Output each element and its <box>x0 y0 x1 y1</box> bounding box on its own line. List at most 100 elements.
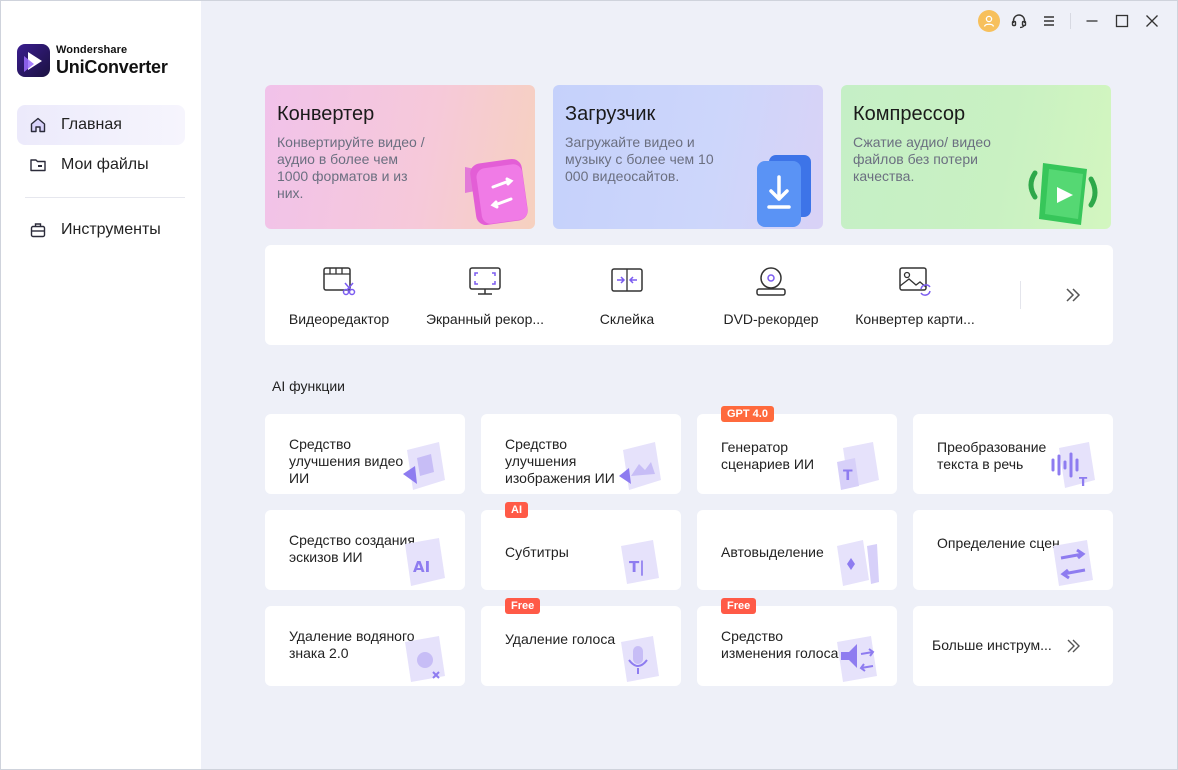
ai-card-voice-changer[interactable]: Free Средство изменения голоса <box>697 598 897 686</box>
double-chevron-right-icon <box>1067 639 1080 653</box>
svg-text:T: T <box>843 468 853 484</box>
ai-card-label: Преобразование текста в речь <box>937 439 1047 472</box>
tool-label: Склейка <box>599 311 655 327</box>
tool-image-converter[interactable]: Конвертер карти... <box>843 245 987 345</box>
close-button[interactable] <box>1137 9 1167 33</box>
more-tools-chevron-icon[interactable] <box>1061 283 1085 307</box>
tool-video-editor[interactable]: Видеоредактор <box>267 245 411 345</box>
minimize-button[interactable] <box>1077 9 1107 33</box>
card-title: Конвертер <box>277 103 375 125</box>
merger-icon <box>611 268 643 292</box>
sidebar-item-label: Главная <box>61 116 122 133</box>
home-icon <box>29 116 47 134</box>
ai-card-label: Автовыделение <box>721 544 824 560</box>
titlebar-controls <box>974 9 1167 33</box>
ai-image-enhancer-icon <box>619 442 661 490</box>
ai-card-image-enhancer[interactable]: Средство улучшения изображения ИИ <box>481 414 681 494</box>
ai-script-generator-icon: T <box>837 442 879 490</box>
gpt-badge: GPT 4.0 <box>721 406 774 422</box>
image-converter-icon <box>899 267 931 296</box>
ai-card-label: Средство улучшения видео ИИ <box>289 436 404 486</box>
ai-card-label: Генератор сценариев ИИ <box>721 439 815 472</box>
close-icon <box>1146 15 1158 27</box>
sidebar-item-label: Инструменты <box>61 221 161 238</box>
sidebar-item-my-files[interactable]: Мои файлы <box>17 145 185 185</box>
more-tools-label: Больше инструм... <box>932 637 1052 653</box>
tool-screen-recorder[interactable]: Экранный рекор... <box>413 245 557 345</box>
ai-card-label: Средство создания эскизов ИИ <box>289 532 415 565</box>
tool-merger[interactable]: Склейка <box>555 245 699 345</box>
sidebar: Wondershare UniConverter Главная Мои фай… <box>1 1 201 769</box>
ai-card-script-generator[interactable]: GPT 4.0 Генератор сценариев ИИ T <box>697 406 897 494</box>
ai-section-title: AI функции <box>272 378 345 394</box>
compressor-card[interactable]: Компрессор Сжатие аудио/ видео файлов бе… <box>841 85 1111 229</box>
app-window: Wondershare UniConverter Главная Мои фай… <box>0 0 1178 770</box>
folder-icon <box>29 156 47 174</box>
ai-video-enhancer-icon <box>403 442 445 490</box>
minimize-icon <box>1086 20 1098 22</box>
ai-thumbnail-maker-icon: AI <box>405 538 445 586</box>
compressor-icon <box>1028 163 1098 225</box>
titlebar-divider <box>1070 13 1071 29</box>
ai-card-auto-highlight[interactable]: Автовыделение <box>697 510 897 590</box>
brand-name: Wondershare <box>56 44 128 56</box>
more-ai-tools-card[interactable]: Больше инструм... <box>913 606 1113 686</box>
ai-card-vocal-remover[interactable]: Free Удаление голоса <box>481 598 681 686</box>
ai-card-watermark-remover[interactable]: Удаление водяного знака 2.0 <box>265 606 465 686</box>
ai-card-label: Субтитры <box>505 544 569 560</box>
ai-card-video-enhancer[interactable]: Средство улучшения видео ИИ <box>265 414 465 494</box>
toolbox-icon <box>29 221 47 239</box>
uniconverter-logo-icon <box>17 44 50 77</box>
maximize-button[interactable] <box>1107 9 1137 33</box>
downloader-icon <box>757 155 811 227</box>
auto-highlight-icon <box>837 540 879 586</box>
converter-icon <box>465 158 528 226</box>
tool-label: Экранный рекор... <box>425 311 545 327</box>
ai-card-text-to-speech[interactable]: Преобразование текста в речь T <box>913 414 1113 494</box>
card-description: Конвертируйте видео / аудио в более чем … <box>277 134 425 201</box>
card-title: Компрессор <box>853 103 966 125</box>
tool-label: Видеоредактор <box>288 311 390 327</box>
tool-label: Конвертер карти... <box>855 311 975 327</box>
tools-divider <box>1020 281 1021 309</box>
vocal-remover-icon <box>621 636 659 682</box>
tool-label: DVD-рекордер <box>723 311 819 327</box>
headset-icon <box>1011 14 1027 29</box>
product-name: UniConverter <box>56 57 168 77</box>
video-editor-icon <box>323 267 356 296</box>
free-badge: Free <box>721 598 757 614</box>
free-badge: Free <box>505 598 541 614</box>
ai-card-label: Удаление водяного знака 2.0 <box>289 628 415 661</box>
tool-dvd-burner[interactable]: DVD-рекордер <box>699 245 843 345</box>
card-description: Загружайте видео и музыку с более чем 10… <box>565 134 714 184</box>
app-logo: Wondershare UniConverter <box>17 44 168 77</box>
account-button[interactable] <box>974 9 1004 33</box>
converter-card[interactable]: Конвертер Конвертируйте видео / аудио в … <box>265 85 535 229</box>
tools-strip: Видеоредактор Экранный рекор... Склейка <box>265 245 1113 345</box>
ai-badge: AI <box>505 502 528 518</box>
support-button[interactable] <box>1004 9 1034 33</box>
sidebar-item-home[interactable]: Главная <box>17 105 185 145</box>
ai-card-scene-detection[interactable]: Определение сцен <box>913 510 1113 590</box>
sidebar-item-tools[interactable]: Инструменты <box>17 210 185 250</box>
ai-card-label: Определение сцен <box>937 535 1060 551</box>
screen-recorder-icon <box>469 267 501 295</box>
svg-text:T: T <box>1079 475 1088 489</box>
ai-card-label: Средство улучшения изображения ИИ <box>505 436 615 486</box>
sidebar-item-label: Мои файлы <box>61 156 149 173</box>
ai-card-thumbnail-maker[interactable]: Средство создания эскизов ИИ AI <box>265 510 465 590</box>
downloader-card[interactable]: Загрузчик Загружайте видео и музыку с бо… <box>553 85 823 229</box>
menu-button[interactable] <box>1034 9 1064 33</box>
ai-card-subtitles[interactable]: AI Субтитры T| <box>481 502 681 590</box>
voice-changer-icon <box>837 636 877 682</box>
user-avatar-icon <box>978 10 1000 32</box>
menu-icon <box>1044 16 1054 26</box>
watermark-remover-icon <box>405 636 445 682</box>
ai-card-label: Удаление голоса <box>505 631 616 647</box>
text-to-speech-icon: T <box>1051 442 1095 489</box>
svg-text:T|: T| <box>629 558 645 577</box>
card-description: Сжатие аудио/ видео файлов без потери ка… <box>853 134 991 184</box>
maximize-icon <box>1115 14 1129 28</box>
scene-detection-icon <box>1053 540 1093 586</box>
dvd-burner-icon <box>756 267 786 296</box>
